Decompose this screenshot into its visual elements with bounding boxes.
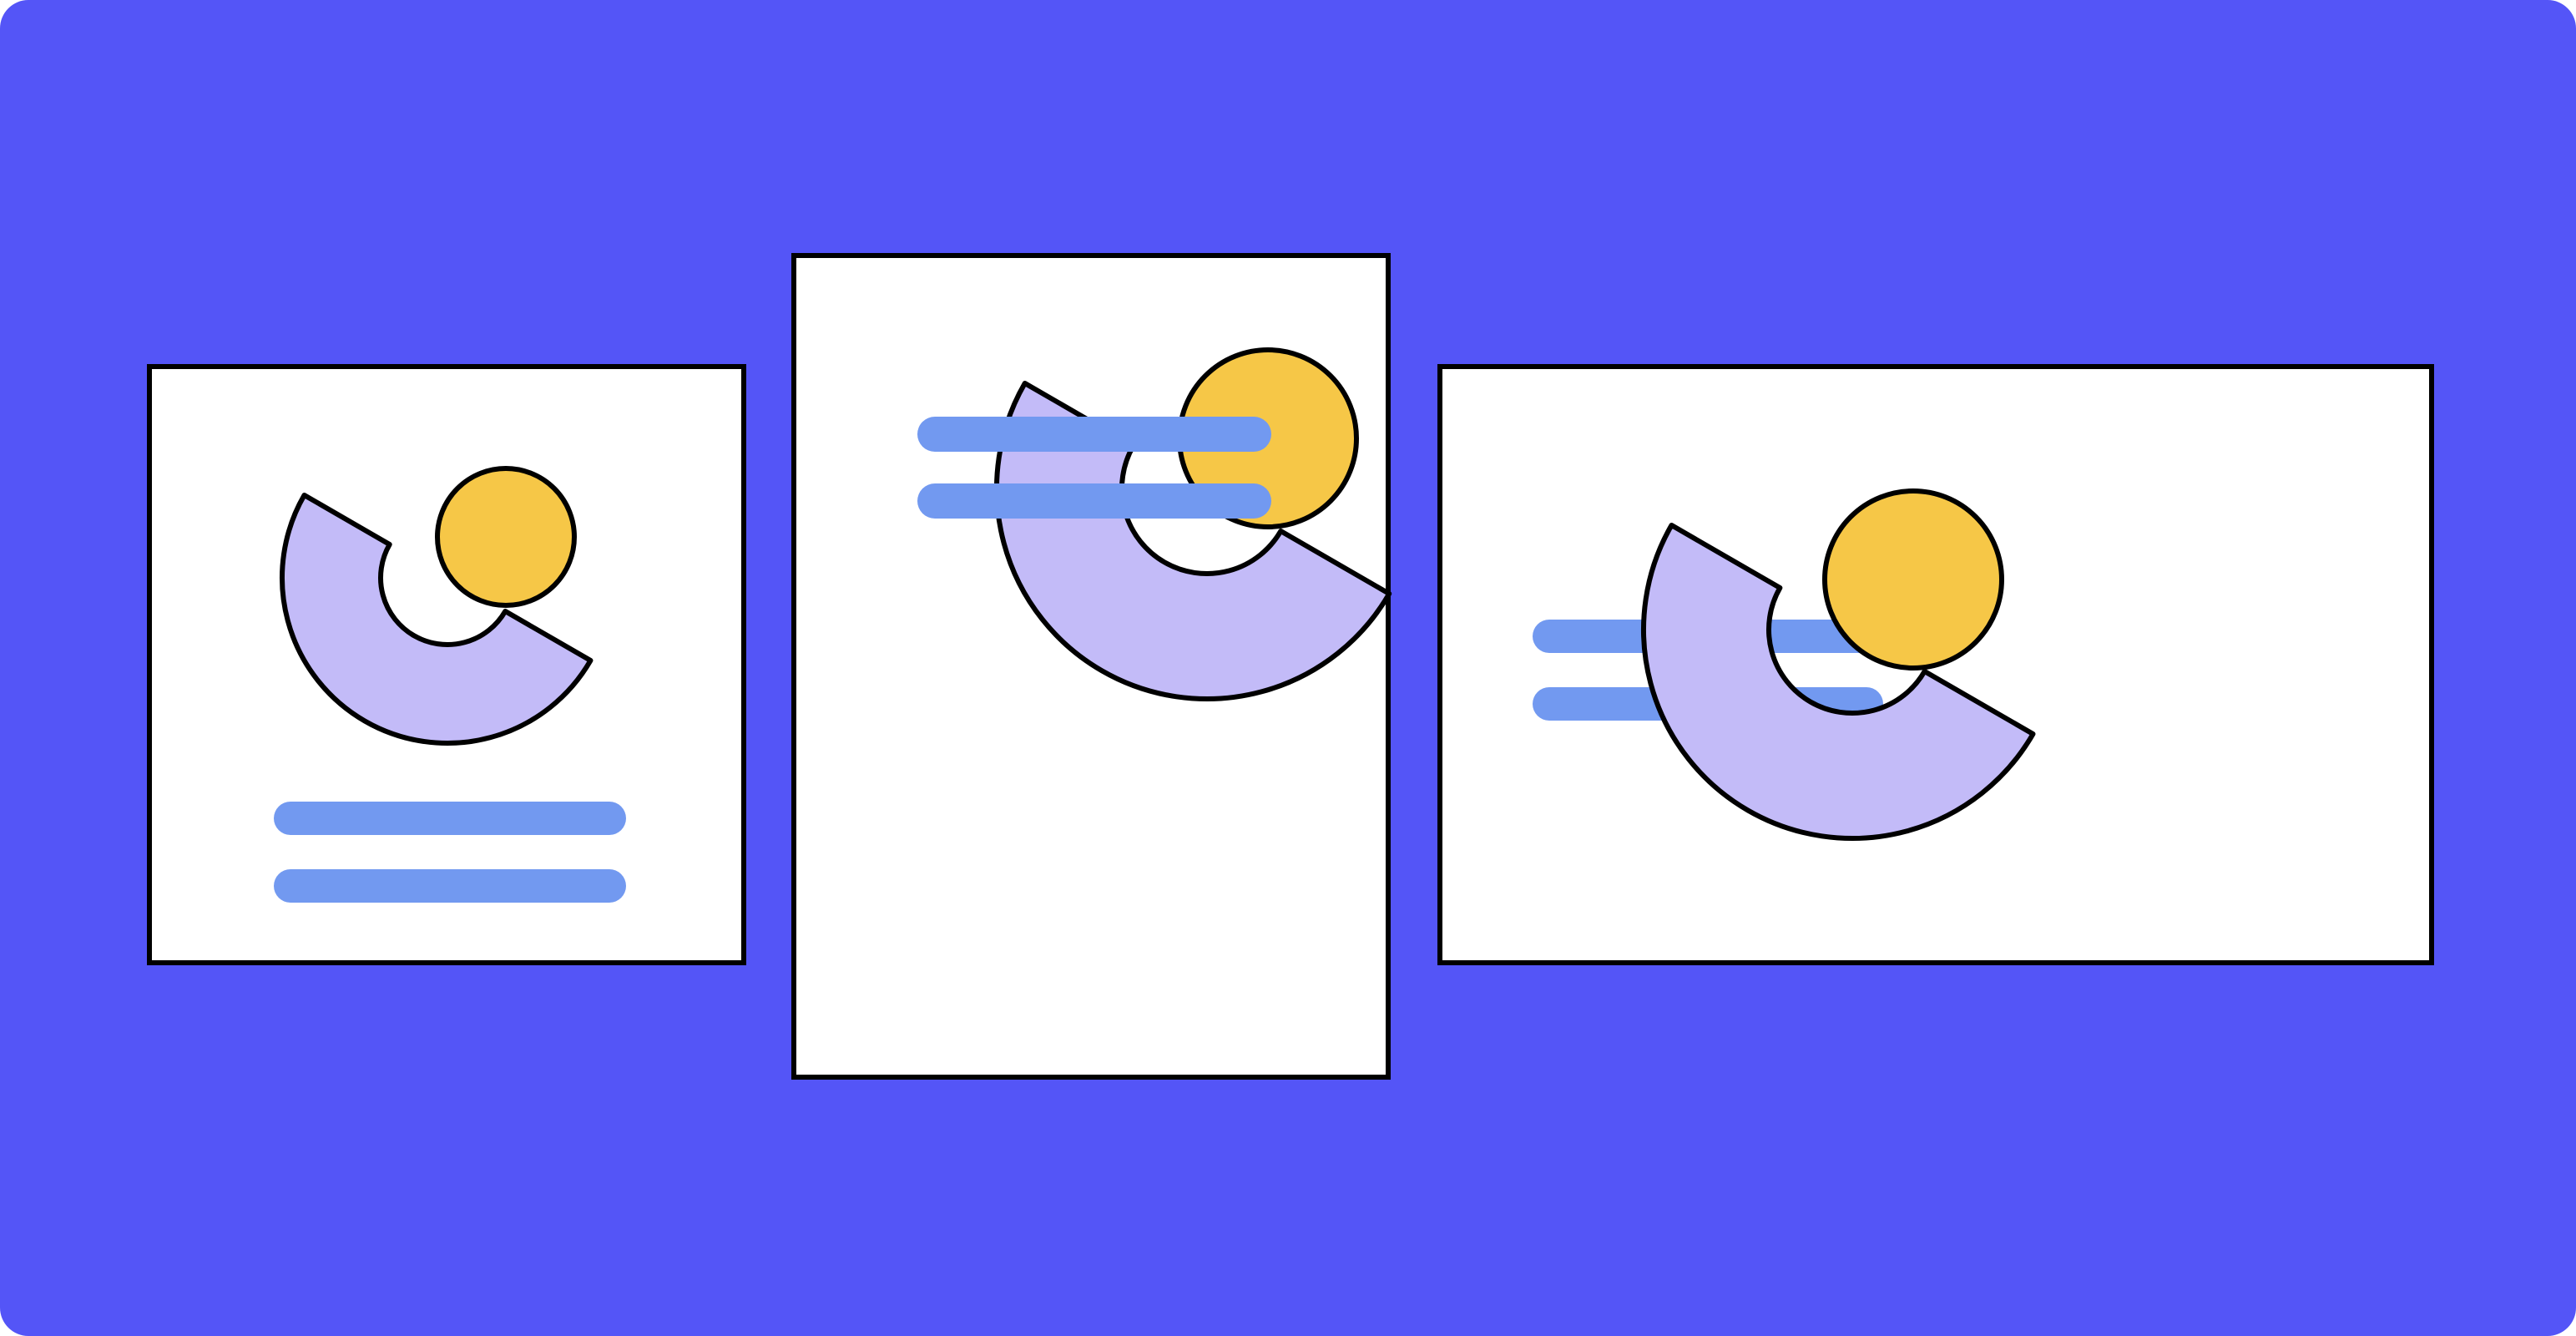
- landscape-layout-card: [1437, 364, 2434, 965]
- square-card-graphic: [274, 466, 626, 903]
- sun-circle-icon: [435, 466, 577, 608]
- text-line-placeholder: [917, 483, 1271, 519]
- sun-circle-icon: [1822, 488, 2004, 671]
- portrait-layout-card: [791, 253, 1392, 1080]
- text-line-placeholder: [274, 869, 626, 903]
- square-layout-card: [147, 364, 746, 965]
- text-line-placeholder: [274, 802, 626, 835]
- hero-illustration: [0, 0, 2576, 1336]
- landscape-card-graphic: [1533, 488, 2036, 841]
- text-line-placeholder: [917, 417, 1271, 452]
- portrait-card-graphic: [917, 347, 1392, 701]
